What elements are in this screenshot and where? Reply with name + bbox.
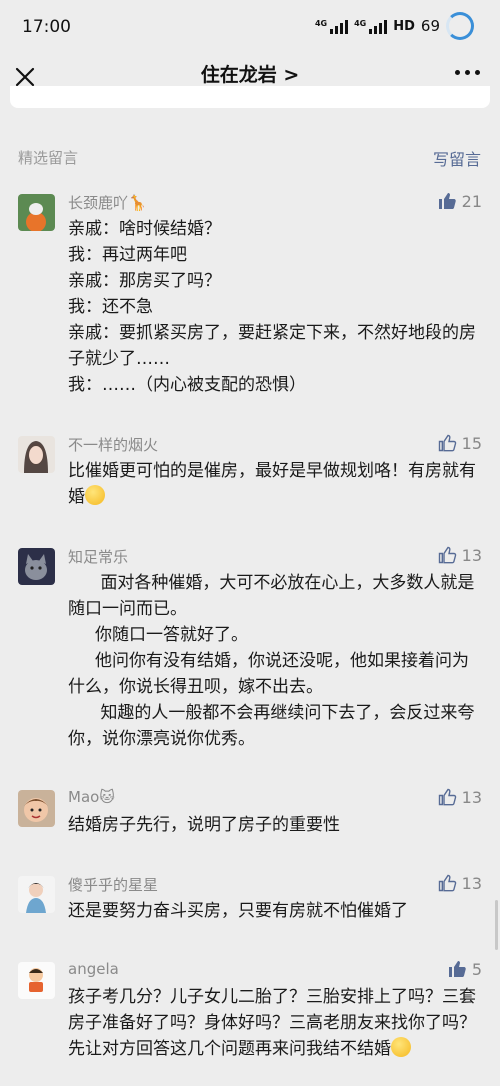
like-button[interactable]: 5: [447, 959, 482, 979]
status-time: 17:00: [22, 17, 71, 37]
comment-item: angela 5 孩子考几分？儿子女儿二胎了？三胎安排上了吗？三套房子准备好了吗…: [0, 948, 500, 1086]
status-icons: 4G 4G HD 69: [315, 12, 474, 40]
like-count: 13: [461, 787, 482, 807]
like-count: 5: [471, 959, 482, 979]
network-label: 4G: [314, 19, 328, 28]
thumb-up-filled-icon: [448, 961, 466, 977]
comment-item: Mao🐱 13 结婚房子先行，说明了房子的重要性: [0, 776, 500, 862]
thumb-up-filled-icon: [438, 193, 456, 209]
comment-text-body: 孩子考几分？儿子女儿二胎了？三胎安排上了吗？三套房子准备好了吗？身体好吗？三高老…: [68, 987, 476, 1059]
comment-nickname: 不一样的烟火: [68, 436, 159, 454]
comments-header: 精选留言 写留言: [0, 140, 500, 170]
thumb-up-icon: [438, 874, 456, 892]
hd-label: HD: [393, 18, 415, 34]
like-button[interactable]: 21: [437, 191, 482, 211]
avatar[interactable]: [18, 194, 55, 231]
like-button[interactable]: 13: [437, 787, 482, 807]
comment-nickname: Mao🐱: [68, 788, 115, 806]
signal-icon: 4G: [314, 18, 349, 34]
thumb-up-icon: [438, 434, 456, 452]
smirk-emoji-icon: [391, 1037, 411, 1057]
avatar[interactable]: [18, 962, 55, 999]
avatar[interactable]: [18, 876, 55, 913]
like-button[interactable]: 13: [437, 545, 482, 565]
comment-nickname: 傻乎乎的星星: [68, 876, 159, 894]
avatar[interactable]: [18, 436, 55, 473]
comment-text: 面对各种催婚，大可不必放在心上，大多数人就是随口一问而已。 你随口一答就好了。 …: [68, 573, 475, 749]
comment-text: 亲戚：啥时候结婚？ 我：再过两年吧 亲戚：那房买了吗？ 我：还不急 亲戚：要抓紧…: [68, 219, 476, 395]
comment-text: 结婚房子先行，说明了房子的重要性: [68, 815, 340, 835]
comment-item: 不一样的烟火 15 比催婚更可怕的是催房，最好是早做规划咯！有房就有婚: [0, 422, 500, 534]
write-comment-link[interactable]: 写留言: [433, 146, 481, 170]
comment-item: 知足常乐 13 面对各种催婚，大可不必放在心上，大多数人就是随口一问而已。 你随…: [0, 534, 500, 776]
comment-nickname: 知足常乐: [68, 548, 129, 566]
like-count: 21: [461, 191, 482, 211]
comment-text-body: 比催婚更可怕的是催房，最好是早做规划咯！有房就有婚: [68, 461, 476, 507]
battery-icon: [446, 12, 474, 40]
status-bar: 17:00 4G 4G HD 69: [0, 0, 500, 54]
comment-item: 长颈鹿吖🦒 21 亲戚：啥时候结婚？ 我：再过两年吧 亲戚：那房买了吗？ 我：还…: [0, 180, 500, 422]
comment-item: 傻乎乎的星星 13 还是要努力奋斗买房，只要有房就不怕催婚了: [0, 862, 500, 948]
comment-nickname: 长颈鹿吖🦒: [68, 194, 147, 212]
like-count: 15: [461, 433, 482, 453]
network-label: 4G: [354, 19, 367, 28]
like-button[interactable]: 13: [437, 873, 482, 893]
like-button[interactable]: 15: [437, 433, 482, 453]
article-card-bottom: [10, 86, 490, 108]
comment-text: 孩子考几分？儿子女儿二胎了？三胎安排上了吗？三套房子准备好了吗？身体好吗？三高老…: [68, 984, 482, 1086]
like-count: 13: [461, 545, 482, 565]
page-title[interactable]: 住在龙岩 >: [0, 60, 500, 87]
thumb-up-icon: [438, 788, 456, 806]
thumb-up-icon: [438, 546, 456, 564]
comment-text: 还是要努力奋斗买房，只要有房就不怕催婚了: [68, 901, 408, 921]
comment-nickname: angela: [68, 960, 119, 978]
signal-icon: 4G: [354, 18, 388, 34]
more-icon[interactable]: [455, 70, 480, 75]
section-title: 精选留言: [18, 149, 79, 167]
battery-level: 69: [420, 17, 440, 35]
comment-list: 长颈鹿吖🦒 21 亲戚：啥时候结婚？ 我：再过两年吧 亲戚：那房买了吗？ 我：还…: [0, 180, 500, 1086]
comment-text: 比催婚更可怕的是催房，最好是早做规划咯！有房就有婚: [68, 458, 482, 534]
scrollbar[interactable]: [495, 900, 498, 950]
grin-emoji-icon: [85, 485, 105, 505]
avatar[interactable]: [18, 548, 55, 585]
like-count: 13: [461, 873, 482, 893]
avatar[interactable]: [18, 790, 55, 827]
